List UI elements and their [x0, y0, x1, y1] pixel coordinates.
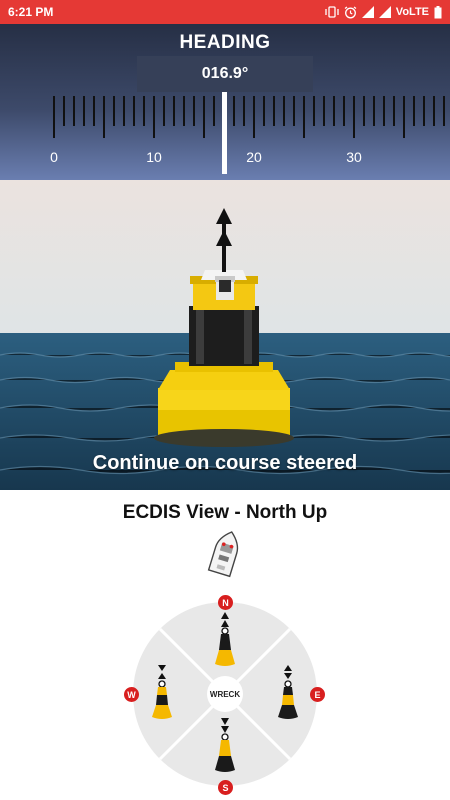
ship-icon: [207, 531, 239, 578]
south-cardinal-buoy-icon: [215, 718, 235, 772]
signal-icon: [378, 6, 391, 18]
buoy-photo: Continue on course steered: [0, 180, 450, 490]
alarm-icon: [344, 5, 357, 19]
heading-value-display: 016.9°: [137, 56, 313, 92]
vibrate-icon: [325, 6, 339, 18]
scale-label: 0: [50, 149, 58, 165]
wreck-marker: WRECK: [207, 676, 243, 712]
cardinal-west: W: [124, 687, 139, 702]
carrier-label: VoLTE: [395, 6, 429, 18]
heading-title: HEADING: [179, 32, 271, 53]
battery-icon: [434, 5, 442, 19]
east-cardinal-buoy-icon: [278, 665, 298, 719]
heading-pointer: [222, 92, 227, 174]
status-bar: 6:21 PM VoLTE: [0, 0, 450, 24]
status-time: 6:21 PM: [8, 5, 54, 19]
status-icons: VoLTE: [325, 5, 442, 19]
ecdis-title: ECDIS View - North Up: [122, 502, 328, 523]
north-cardinal-buoy-icon: [215, 612, 235, 666]
heading-panel: HEADING 016.9° 0 10 20 30 4: [0, 24, 450, 180]
signal-icon: [361, 6, 374, 18]
scale-label: 10: [146, 149, 162, 165]
scale-label: 30: [346, 149, 362, 165]
scale-label: 20: [246, 149, 262, 165]
instruction-text: Continue on course steered: [92, 452, 358, 474]
cardinal-east: E: [310, 687, 325, 702]
cardinal-south: S: [218, 780, 233, 795]
cardinal-north: N: [218, 595, 233, 610]
heading-value: 016.9°: [201, 65, 249, 82]
west-cardinal-buoy-icon: [152, 665, 172, 719]
